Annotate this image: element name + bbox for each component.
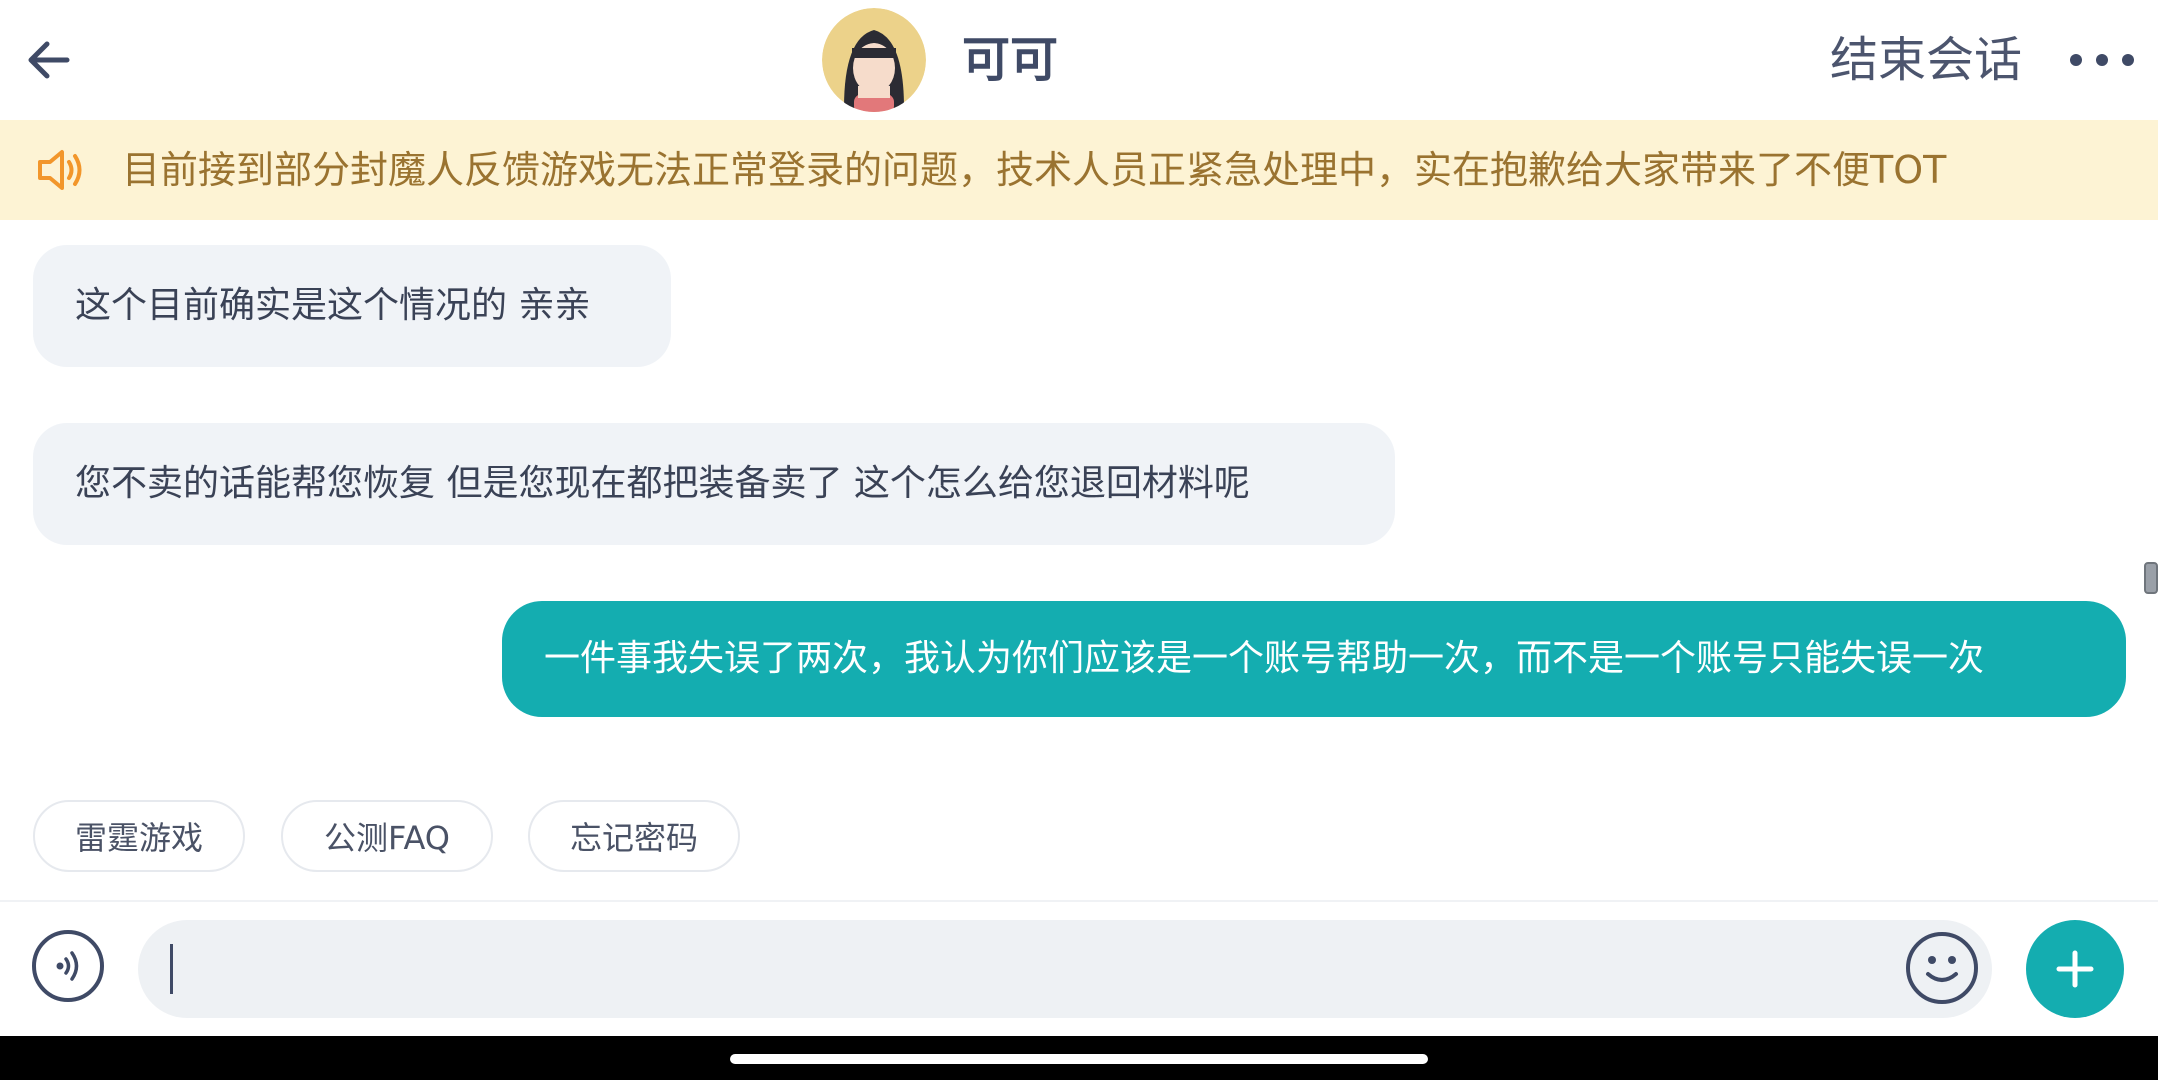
divider bbox=[0, 900, 2158, 902]
agent-message: 您不卖的话能帮您恢复 但是您现在都把装备卖了 这个怎么给您退回材料呢 bbox=[33, 423, 1395, 545]
scrollbar[interactable] bbox=[2144, 562, 2158, 594]
quick-reply-leiting-games[interactable]: 雷霆游戏 bbox=[33, 800, 245, 872]
notice-text: 目前接到部分封魔人反馈游戏无法正常登录的问题，技术人员正紧急处理中，实在抱歉给大… bbox=[122, 148, 1947, 192]
smiley-icon bbox=[1926, 956, 1958, 982]
emoji-button[interactable] bbox=[1906, 932, 1978, 1004]
back-button[interactable] bbox=[18, 30, 78, 90]
home-indicator[interactable] bbox=[730, 1054, 1428, 1064]
voice-input-button[interactable] bbox=[32, 930, 104, 1002]
user-message: 一件事我失误了两次，我认为你们应该是一个账号帮助一次，而不是一个账号只能失误一次 bbox=[502, 601, 2126, 717]
more-dots-icon bbox=[2070, 54, 2082, 66]
message-input[interactable] bbox=[138, 920, 1992, 1018]
quick-reply-faq[interactable]: 公测FAQ bbox=[281, 800, 493, 872]
text-cursor bbox=[170, 944, 173, 994]
quick-reply-forgot-password[interactable]: 忘记密码 bbox=[528, 800, 740, 872]
more-button[interactable] bbox=[2070, 36, 2134, 84]
chat-header: 可可 结束会话 bbox=[0, 0, 2158, 120]
more-actions-button[interactable] bbox=[2026, 920, 2124, 1018]
plus-icon bbox=[2056, 950, 2094, 988]
agent-name: 可可 bbox=[962, 32, 1059, 88]
voice-icon bbox=[56, 951, 79, 981]
speaker-icon bbox=[38, 150, 82, 190]
agent-message: 这个目前确实是这个情况的 亲亲 bbox=[33, 245, 671, 367]
end-session-button[interactable]: 结束会话 bbox=[1830, 30, 2022, 90]
agent-avatar bbox=[822, 8, 926, 112]
back-arrow-icon bbox=[28, 41, 70, 79]
chat-screen: 可可 结束会话 目前接到部分封魔人反馈游戏无法正常登录的问题，技术人员正紧急处理… bbox=[0, 0, 2158, 1080]
